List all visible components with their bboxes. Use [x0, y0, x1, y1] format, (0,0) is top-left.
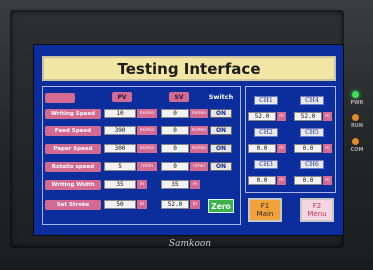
sv-unit-rotation-speed: r/min [190, 162, 208, 171]
pv-writing-width[interactable]: 35 [104, 180, 136, 189]
row-label-feed-speed: Feed Speed [45, 126, 101, 136]
switch-rotation-speed[interactable]: ON [210, 162, 232, 171]
f1-main-button[interactable]: F1 Main [248, 198, 282, 222]
switch-feed-speed[interactable]: ON [210, 126, 232, 135]
switch-paper-speed[interactable]: ON [210, 144, 232, 153]
channel-value-ch5: 0.0 [294, 144, 322, 153]
pv-unit-set-stroke: m [137, 200, 147, 209]
channel-label-ch1: CH1 [254, 96, 278, 105]
com-label: COM [350, 147, 364, 153]
channel-label-ch6: CH6 [300, 160, 324, 169]
row-label-set-stroke: Set Stroke [45, 200, 101, 210]
hmi-screen: Testing Interface PV SV Switch Writing S… [33, 44, 344, 236]
pv-set-stroke[interactable]: 50 [104, 200, 136, 209]
sv-unit-writing-width: m [190, 180, 200, 189]
sv-unit-writing-speed: m/min [190, 109, 208, 118]
switch-writing-speed[interactable]: ON [210, 109, 232, 118]
f2-menu-button[interactable]: F2 Menu [300, 198, 334, 222]
header-sv: SV [169, 92, 189, 102]
channel-value-ch2: 0.0 [248, 144, 276, 153]
pv-unit-paper-speed: m/min [137, 144, 157, 153]
sv-unit-paper-speed: m/min [190, 144, 208, 153]
channel-unit-ch6: m [323, 176, 332, 185]
channel-label-ch5: CH5 [300, 128, 324, 137]
channel-unit-ch3: m [277, 176, 286, 185]
channel-value-ch1: 52.0 [248, 112, 276, 121]
sv-set-stroke[interactable]: 52.0 [161, 200, 189, 209]
f1-action-label: Main [256, 210, 274, 218]
channel-label-ch4: CH4 [300, 96, 324, 105]
sv-writing-speed[interactable]: 0 [161, 109, 189, 118]
sv-paper-speed[interactable]: 0 [161, 144, 189, 153]
zero-button[interactable]: Zero [208, 199, 234, 213]
pv-rotation-speed[interactable]: 5 [104, 162, 136, 171]
run-led-icon [352, 114, 359, 121]
channel-value-ch3: 0.0 [248, 176, 276, 185]
row-label-paper-speed: Paper Speed [45, 144, 101, 154]
sv-writing-width[interactable]: 35 [161, 180, 189, 189]
pv-writing-speed[interactable]: 10 [104, 109, 136, 118]
channel-unit-ch2: m [277, 144, 286, 153]
channel-unit-ch5: m [323, 144, 332, 153]
f1-key-label: F1 [260, 202, 270, 210]
sv-rotation-speed[interactable]: 0 [161, 162, 189, 171]
header-pv: PV [112, 92, 132, 102]
sv-unit-set-stroke: m [190, 200, 200, 209]
row-label-rotation-speed: Rotalio speed [45, 162, 101, 172]
channel-value-ch6: 0.0 [294, 176, 322, 185]
channel-label-ch2: CH2 [254, 128, 278, 137]
row-label-writing-speed: Writing Speed [45, 109, 101, 119]
pv-unit-rotation-speed: r/min [137, 162, 157, 171]
run-label: RUN [350, 123, 364, 129]
pv-unit-writing-width: m [137, 180, 147, 189]
row-label-writing-width: Writing Width [45, 180, 101, 190]
channel-unit-ch4: m [323, 112, 332, 121]
f2-action-label: Menu [307, 210, 327, 218]
brand-logo: Samkoon [168, 239, 212, 249]
header-switch: Switch [208, 93, 234, 101]
pv-unit-writing-speed: m/min [137, 109, 157, 118]
pwr-label: PWR [350, 100, 364, 106]
com-led-icon [352, 138, 359, 145]
channel-unit-ch1: m [277, 112, 286, 121]
pv-feed-speed[interactable]: 390 [104, 126, 136, 135]
sv-unit-feed-speed: m/min [190, 126, 208, 135]
channel-label-ch3: CH3 [254, 160, 278, 169]
page-title: Testing Interface [42, 56, 336, 81]
pv-unit-feed-speed: m/min [137, 126, 157, 135]
channel-value-ch4: 52.0 [294, 112, 322, 121]
f2-key-label: F2 [312, 202, 322, 210]
pwr-led-icon [352, 91, 359, 98]
header-blank [45, 93, 75, 103]
pv-paper-speed[interactable]: 300 [104, 144, 136, 153]
sv-feed-speed[interactable]: 0 [161, 126, 189, 135]
